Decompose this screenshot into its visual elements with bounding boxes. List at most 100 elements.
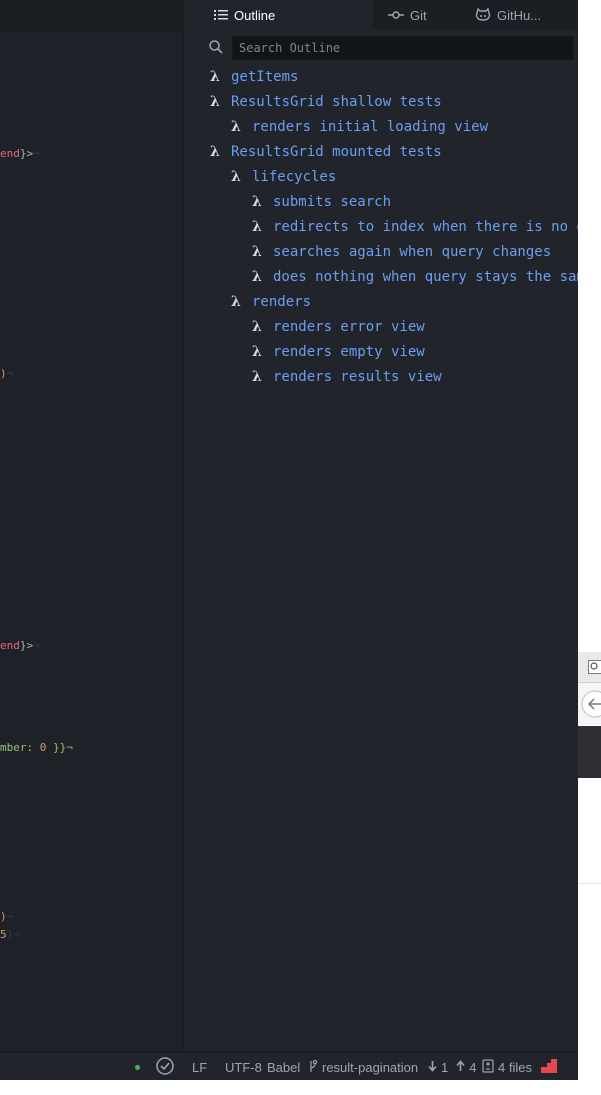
outline-item[interactable]: λ renders xyxy=(184,290,578,315)
branch-selector[interactable]: result-pagination xyxy=(308,1053,418,1080)
list-icon xyxy=(214,9,228,21)
lambda-icon: λ xyxy=(210,69,220,85)
code-editor-pane[interactable]: end}>¬ )¬ end}>¬ mber: 0 }}¬ )¬ 5)¬ xyxy=(0,0,184,1052)
git-branch-icon xyxy=(308,1059,318,1076)
changes-indicator[interactable] xyxy=(541,1053,557,1080)
background-nav-bar xyxy=(578,683,601,725)
outline-item-label: ResultsGrid mounted tests xyxy=(231,144,442,160)
code-token: ) xyxy=(0,910,7,923)
line-ending-label: LF xyxy=(192,1059,208,1075)
tab-outline[interactable]: Outline xyxy=(184,0,374,30)
outline-item-label: renders initial loading view xyxy=(252,119,489,135)
tab-github[interactable]: GitHu... xyxy=(475,0,578,30)
staircase-changes-icon xyxy=(541,1058,557,1076)
lambda-icon: λ xyxy=(252,369,262,385)
invisible-eol: ¬ xyxy=(33,147,40,160)
search-icon xyxy=(588,660,601,679)
outline-item-label: searches again when query changes xyxy=(273,244,552,260)
outline-item-label: renders results view xyxy=(273,369,442,385)
grammar-label: Babel xyxy=(267,1059,301,1075)
dock-tab-bar: Outline Git GitHu... xyxy=(184,0,578,30)
code-line: end}>¬ xyxy=(0,639,40,653)
code-token: }> xyxy=(19,147,34,160)
line-ending-selector[interactable]: LF xyxy=(192,1053,207,1080)
arrow-down-icon xyxy=(428,1060,437,1075)
invisible-eol: ¬ xyxy=(6,367,14,380)
outline-item-label: getItems xyxy=(231,69,299,85)
back-arrow-icon[interactable] xyxy=(580,689,601,724)
invisible-eol: )¬ xyxy=(6,928,20,941)
outline-item[interactable]: λ ResultsGrid mounted tests xyxy=(184,140,578,165)
status-bar: LF UTF-8 Babel result-pagination 1 4 4 f… xyxy=(0,1052,578,1080)
code-line: 5)¬ xyxy=(0,928,20,942)
code-token: 5 xyxy=(0,928,7,941)
outline-item[interactable]: λ redirects to index when there is no q xyxy=(184,215,578,240)
outline-tree: λ getItems λ ResultsGrid shallow tests λ re… xyxy=(184,65,578,390)
ahead-count: 4 xyxy=(469,1059,477,1075)
search-outline-input[interactable] xyxy=(232,36,574,60)
green-dot-icon xyxy=(135,1064,140,1070)
search-icon xyxy=(208,39,224,55)
tab-label: GitHu... xyxy=(497,7,542,23)
background-toolbar xyxy=(578,652,601,683)
lambda-icon: λ xyxy=(252,194,262,210)
lambda-icon: λ xyxy=(252,344,262,360)
code-token: mber: xyxy=(0,741,40,754)
arrow-up-icon xyxy=(456,1059,465,1075)
tab-label: Git xyxy=(410,7,427,23)
code-token: }> xyxy=(19,639,34,652)
encoding-selector[interactable]: UTF-8 xyxy=(225,1053,262,1080)
outline-item[interactable]: λ does nothing when query stays the sam xyxy=(184,265,578,290)
code-token: ) xyxy=(0,367,7,380)
grammar-selector[interactable]: Babel xyxy=(267,1053,300,1080)
outline-item[interactable]: λ searches again when query changes xyxy=(184,240,578,265)
invisible-eol: ¬ xyxy=(33,639,40,652)
outline-item[interactable]: λ renders error view xyxy=(184,315,578,340)
changed-files-button[interactable]: 4 files xyxy=(482,1053,532,1080)
code-token: end xyxy=(0,147,20,160)
outline-item[interactable]: λ renders empty view xyxy=(184,340,578,365)
outline-panel: λgetItems λResultsGrid shallow tests λre… xyxy=(184,30,578,1052)
outline-item-label: ResultsGrid shallow tests xyxy=(231,94,442,110)
outline-item-label: renders error view xyxy=(273,319,425,335)
code-token: }}¬ xyxy=(46,741,73,754)
outline-item[interactable]: λ renders results view xyxy=(184,365,578,390)
tab-git[interactable]: Git xyxy=(374,0,475,30)
github-status-button[interactable] xyxy=(155,1053,175,1080)
background-page xyxy=(578,778,601,884)
outline-item-label: does nothing when query stays the sam xyxy=(273,269,578,285)
lambda-icon: λ xyxy=(252,269,262,285)
code-token: end xyxy=(0,639,20,652)
outline-item-label: renders empty view xyxy=(273,344,425,360)
code-line: )¬ xyxy=(0,367,13,381)
outline-item[interactable]: λ submits search xyxy=(184,190,578,215)
outline-item-label: submits search xyxy=(273,194,392,210)
outline-item-label: redirects to index when there is no q xyxy=(273,219,578,235)
code-line: mber: 0 }}¬ xyxy=(0,741,73,755)
encoding-label: UTF-8 xyxy=(225,1059,262,1075)
lambda-icon: λ xyxy=(210,94,220,110)
lambda-icon: λ xyxy=(252,319,262,335)
diff-file-icon xyxy=(482,1058,494,1076)
outline-item[interactable]: λ getItems xyxy=(184,65,578,90)
outline-search xyxy=(208,36,574,60)
status-dot xyxy=(135,1053,140,1080)
lambda-icon: λ xyxy=(231,119,241,135)
outline-item[interactable]: λ lifecycles xyxy=(184,165,578,190)
outline-item-label: renders xyxy=(252,294,312,310)
git-fetch-button[interactable]: 1 4 xyxy=(428,1053,476,1080)
outline-item[interactable]: λ renders initial loading view xyxy=(184,115,578,140)
background-window xyxy=(578,652,601,884)
lambda-icon: λ xyxy=(231,169,241,185)
outline-item[interactable]: λ ResultsGrid shallow tests xyxy=(184,90,578,115)
invisible-eol: ¬ xyxy=(6,910,14,923)
right-dock: Outline Git GitHu... Search Outline λ ge… xyxy=(184,0,578,1052)
octocat-icon xyxy=(475,8,491,22)
changed-files-label: 4 files xyxy=(498,1059,532,1075)
background-dark-header xyxy=(578,726,601,778)
branch-label: result-pagination xyxy=(322,1059,419,1075)
check-circle-icon xyxy=(155,1056,175,1079)
atom-editor-window: end}>¬ )¬ end}>¬ mber: 0 }}¬ )¬ 5)¬ Outl… xyxy=(0,0,578,1080)
editor-tab-bar xyxy=(0,0,183,31)
tab-label: Outline xyxy=(234,7,276,23)
